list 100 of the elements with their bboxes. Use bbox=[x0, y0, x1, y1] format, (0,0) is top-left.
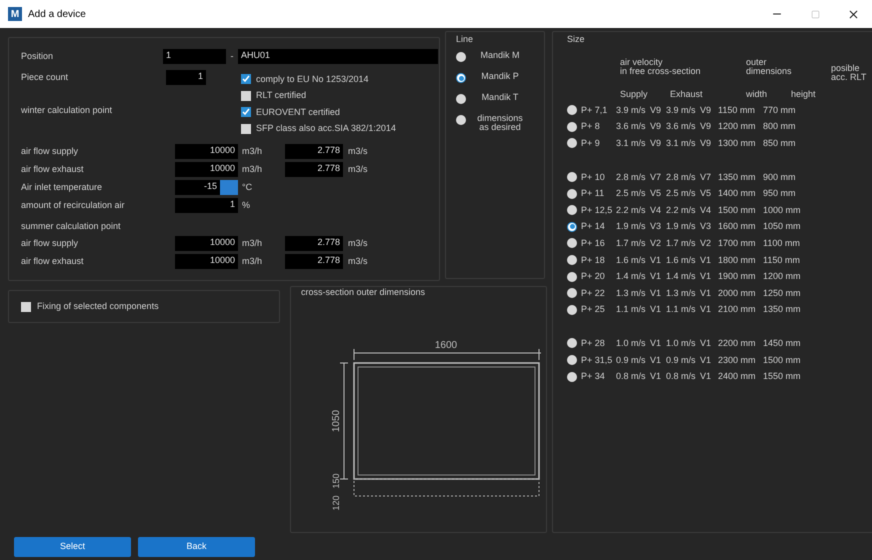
size-label: P+ 11 bbox=[580, 189, 606, 198]
table-cell: 1450 mm bbox=[763, 338, 801, 348]
value-field[interactable]: 10000 bbox=[175, 236, 238, 250]
radio-button[interactable] bbox=[567, 304, 577, 315]
table-cell-text: V1 bbox=[650, 272, 662, 282]
radio-button[interactable] bbox=[567, 188, 577, 199]
table-cell-text: 3.9 m/s bbox=[666, 106, 697, 115]
unit-label: m3/s bbox=[347, 256, 368, 266]
table-cell-text: 1.1 m/s bbox=[616, 305, 647, 314]
checkbox[interactable] bbox=[241, 74, 251, 84]
radio-button[interactable] bbox=[567, 122, 577, 132]
unit-label: m3/h bbox=[241, 146, 264, 156]
table-cell-text: V3 bbox=[650, 222, 662, 232]
radio-button[interactable] bbox=[567, 338, 577, 348]
table-cell-text: V1 bbox=[650, 338, 662, 348]
table-cell-text: 1.3 m/s bbox=[616, 288, 647, 298]
unit-label: m3/h bbox=[241, 256, 264, 266]
radio-button[interactable] bbox=[567, 105, 577, 116]
table-cell-text: 3.6 m/s bbox=[666, 122, 697, 132]
value-field[interactable]: 10000 bbox=[175, 144, 238, 158]
radio-label: dimensions as desired bbox=[476, 114, 524, 132]
field-label: Position bbox=[21, 52, 54, 60]
table-cell-text: 1150 mm bbox=[718, 106, 756, 115]
unit-label: m3/h bbox=[241, 164, 264, 174]
size-label: P+ 16 bbox=[580, 238, 606, 248]
table-cell-text: V2 bbox=[650, 238, 662, 248]
column-header: height bbox=[791, 90, 816, 101]
radio-button[interactable] bbox=[456, 73, 466, 83]
column-header: width bbox=[746, 90, 768, 101]
table-cell-text: 2400 mm bbox=[718, 372, 757, 382]
table-cell-text: 2200 mm bbox=[718, 338, 757, 348]
radio-button[interactable] bbox=[567, 355, 577, 366]
value-field[interactable]: 10000 bbox=[175, 162, 238, 176]
table-cell-text: 1.6 m/s bbox=[666, 256, 697, 265]
temperature-field[interactable]: -15 bbox=[175, 180, 220, 194]
radio-button[interactable] bbox=[567, 372, 577, 382]
size-label: P+ 9 bbox=[580, 138, 601, 148]
radio-button[interactable] bbox=[567, 205, 577, 216]
table-cell-text: 1700 mm bbox=[718, 238, 757, 248]
radio-button[interactable] bbox=[567, 138, 577, 148]
table-cell-text: 2.5 m/s bbox=[616, 189, 647, 198]
radio-button[interactable] bbox=[567, 272, 577, 282]
radio-button[interactable] bbox=[456, 94, 466, 104]
name-field[interactable]: AHU01 bbox=[238, 48, 438, 64]
table-cell: 1500 mm bbox=[763, 356, 801, 365]
checkbox[interactable] bbox=[21, 302, 31, 312]
radio-button[interactable] bbox=[567, 255, 577, 266]
radio-label: Mandik T bbox=[480, 93, 520, 102]
radio-button[interactable] bbox=[567, 222, 577, 232]
table-cell-text: 1.9 m/s bbox=[616, 222, 647, 232]
table-cell: 850 mm bbox=[763, 138, 796, 148]
table-cell-text: V3 bbox=[700, 222, 712, 232]
position-field[interactable]: 1 bbox=[163, 48, 226, 64]
value-field[interactable]: 1 bbox=[175, 198, 238, 212]
unit-label: °C bbox=[241, 182, 254, 192]
value-field[interactable]: 10000 bbox=[175, 254, 238, 268]
table-cell-text: 1.1 m/s bbox=[666, 305, 697, 314]
radio-button[interactable] bbox=[567, 172, 577, 182]
table-cell-text: V1 bbox=[700, 288, 712, 298]
radio-label: Mandik M bbox=[479, 51, 520, 60]
checkbox[interactable] bbox=[241, 107, 251, 118]
field-label: Piece count bbox=[21, 72, 70, 82]
panel-title: cross-section outer dimensions bbox=[301, 288, 426, 297]
table-cell-text: V4 bbox=[650, 206, 662, 215]
value-field[interactable]: 2.778 bbox=[285, 144, 343, 158]
checkbox[interactable] bbox=[241, 90, 251, 101]
radio-button[interactable] bbox=[456, 115, 466, 125]
table-cell: 1200 mm bbox=[763, 272, 801, 282]
table-cell-text: 2000 mm bbox=[718, 288, 757, 298]
table-cell-text: 0.8 m/s bbox=[616, 372, 647, 382]
column-header: Exhaust bbox=[670, 90, 704, 101]
panel-title: Size bbox=[567, 35, 586, 44]
checkbox-label: EUROVENT certified bbox=[256, 108, 340, 117]
spin-button[interactable] bbox=[220, 180, 238, 194]
table-cell-text: 0.9 m/s bbox=[666, 356, 697, 365]
radio-button[interactable] bbox=[567, 288, 577, 298]
field-label: air flow supply bbox=[21, 238, 80, 248]
radio-button[interactable] bbox=[456, 52, 466, 62]
dialog-button[interactable]: Back bbox=[138, 537, 255, 557]
checkbox[interactable] bbox=[241, 124, 251, 134]
piece-count-field[interactable]: 1 bbox=[166, 70, 206, 84]
table-cell-text: V7 bbox=[700, 172, 712, 182]
panel-title: Line bbox=[456, 35, 474, 44]
base-height-label: 150 bbox=[331, 473, 341, 489]
value-field[interactable]: 2.778 bbox=[285, 254, 343, 268]
size-label: P+ 22 bbox=[580, 288, 606, 298]
field-label: air flow exhaust bbox=[21, 256, 85, 266]
size-label: P+ 18 bbox=[580, 256, 606, 265]
dialog-button[interactable]: Select bbox=[14, 537, 131, 557]
checkbox-label: comply to EU No 1253/2014 bbox=[256, 74, 369, 84]
table-cell-text: 2.8 m/s bbox=[666, 172, 697, 182]
table-cell-text: V1 bbox=[700, 305, 712, 314]
window-title: Add a device bbox=[28, 8, 86, 22]
radio-button[interactable] bbox=[567, 238, 577, 248]
table-cell: 1100 mm bbox=[763, 238, 800, 248]
value-field[interactable]: 2.778 bbox=[285, 162, 343, 176]
height-label: 1050 bbox=[331, 410, 342, 432]
table-cell-text: 2.8 m/s bbox=[616, 172, 647, 182]
unit-label: m3/h bbox=[241, 238, 264, 248]
value-field[interactable]: 2.778 bbox=[285, 236, 343, 250]
